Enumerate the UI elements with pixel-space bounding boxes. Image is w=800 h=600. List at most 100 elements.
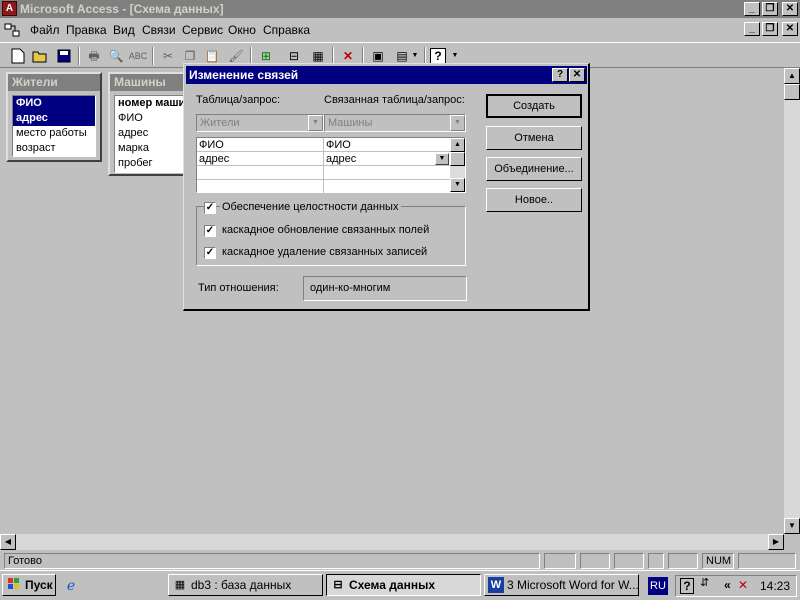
scroll-thumb[interactable] [450, 152, 465, 166]
scroll-up-icon[interactable]: ▲ [784, 68, 800, 84]
grid-cell[interactable]: адрес [197, 152, 324, 166]
join-type-button[interactable]: Объединение... [486, 157, 582, 181]
field-list: ФИО адрес место работы возраст [12, 95, 96, 157]
chevron-down-icon[interactable]: ▼ [435, 153, 449, 165]
vertical-scrollbar[interactable]: ▲ ▼ [784, 68, 800, 534]
cancel-button[interactable]: Отмена [486, 126, 582, 150]
taskbar-item-database[interactable]: ▦ db3 : база данных [168, 574, 323, 596]
fields-grid[interactable]: ФИО ФИО адрес адрес ▼ ▲ ▼ [196, 137, 466, 194]
dialog-title-bar: Изменение связей ? ✕ [186, 66, 587, 84]
field-item[interactable]: номер машины [115, 96, 191, 111]
print-icon[interactable]: 🖶 [84, 46, 104, 66]
taskbar-item-relationships[interactable]: ⊟ Схема данных [326, 574, 481, 596]
table-box-residents[interactable]: Жители ФИО адрес место работы возраст [6, 72, 102, 162]
new-relationship-button[interactable]: Новое.. [486, 188, 582, 212]
grid-scrollbar[interactable]: ▲ ▼ [450, 138, 465, 192]
taskbar-item-label: db3 : база данных [191, 578, 292, 592]
status-panel [580, 553, 610, 569]
new-icon[interactable] [8, 46, 28, 66]
dialog-close-button[interactable]: ✕ [569, 68, 585, 82]
field-item[interactable]: марка [115, 141, 191, 156]
table-combo-value: Жители [200, 117, 240, 129]
internet-explorer-icon[interactable]: ℯ [62, 576, 80, 594]
grid-cell[interactable] [197, 180, 324, 194]
menu-file[interactable]: Файл [30, 23, 60, 37]
status-panel [544, 553, 576, 569]
restore-button[interactable]: ❐ [762, 2, 778, 16]
table-box-title[interactable]: Машины [110, 74, 188, 91]
mdi-close-button[interactable]: ✕ [782, 22, 798, 36]
scroll-up-icon[interactable]: ▲ [450, 138, 465, 152]
grid-cell[interactable] [324, 180, 450, 194]
field-item[interactable]: адрес [115, 126, 191, 141]
integrity-checkbox[interactable]: ✓ [204, 202, 216, 214]
start-button[interactable]: Пуск [2, 574, 56, 596]
print-preview-icon[interactable]: 🔍 [106, 46, 126, 66]
field-item[interactable]: место работы [13, 126, 95, 141]
horizontal-scrollbar[interactable]: ◀ ▶ [0, 534, 784, 550]
scroll-corner [784, 534, 800, 550]
save-icon[interactable] [54, 46, 74, 66]
language-indicator[interactable]: RU [648, 577, 668, 595]
cut-icon[interactable]: ✂ [158, 46, 178, 66]
taskbar: Пуск ℯ ▦ db3 : база данных ⊟ Схема данны… [0, 570, 800, 600]
cascade-update-label: каскадное обновление связанных полей [222, 224, 430, 236]
help-icon[interactable]: ? [680, 578, 694, 594]
table-combo[interactable]: Жители ▼ [196, 114, 324, 132]
grid-cell[interactable] [324, 166, 450, 180]
grid-cell[interactable]: ФИО [197, 138, 324, 152]
relationships-window-icon[interactable] [4, 22, 20, 38]
help-button[interactable]: ? [552, 68, 568, 82]
menu-tools[interactable]: Сервис [182, 23, 223, 37]
taskbar-item-label: Схема данных [349, 578, 435, 592]
open-icon[interactable] [30, 46, 50, 66]
table-box-cars[interactable]: Машины номер машины ФИО адрес марка проб… [108, 72, 192, 176]
grid-cell[interactable]: ФИО [324, 138, 450, 152]
app-title-bar: A Microsoft Access - [Схема данных] _ ❐ … [0, 0, 800, 18]
grid-cell[interactable] [197, 166, 324, 180]
grid-cell[interactable]: адрес [324, 152, 450, 166]
menu-edit[interactable]: Правка [66, 23, 107, 37]
access-icon[interactable]: A [2, 1, 17, 16]
help-icon[interactable]: ? [430, 48, 446, 64]
chevron-down-icon[interactable]: ▼ [450, 115, 465, 131]
cascade-delete-checkbox[interactable]: ✓ [204, 247, 216, 259]
related-table-combo[interactable]: Машины ▼ [324, 114, 466, 132]
table-box-title[interactable]: Жители [8, 74, 100, 91]
app-title: Microsoft Access - [Схема данных] [20, 2, 224, 16]
menu-view[interactable]: Вид [113, 23, 135, 37]
database-icon: ▦ [174, 579, 186, 591]
chevron-left-icon[interactable]: « [724, 578, 731, 592]
spelling-icon[interactable]: ABC [128, 46, 148, 66]
status-panel [614, 553, 644, 569]
status-text: Готово [4, 553, 540, 569]
close-button[interactable]: ✕ [782, 2, 798, 16]
scroll-thumb[interactable] [784, 84, 800, 100]
field-item[interactable]: ФИО [115, 111, 191, 126]
scroll-right-icon[interactable]: ▶ [768, 534, 784, 550]
scroll-left-icon[interactable]: ◀ [0, 534, 16, 550]
menu-window[interactable]: Окно [228, 23, 256, 37]
menu-help[interactable]: Справка [263, 23, 310, 37]
cascade-update-checkbox[interactable]: ✓ [204, 225, 216, 237]
chevron-down-icon[interactable]: ▼ [308, 115, 323, 131]
field-item[interactable]: адрес [13, 111, 95, 126]
mdi-minimize-button[interactable]: _ [744, 22, 760, 36]
toolbar-separator [152, 47, 154, 65]
taskbar-item-label: 3 Microsoft Word for W... [507, 578, 639, 592]
network-icon[interactable]: ⇵ [700, 576, 709, 589]
toolbar-separator [78, 47, 80, 65]
menu-relationships[interactable]: Связи [142, 23, 176, 37]
field-item[interactable]: пробег [115, 156, 191, 171]
taskbar-item-word[interactable]: W 3 Microsoft Word for W... [484, 574, 639, 596]
minimize-button[interactable]: _ [744, 2, 760, 16]
clock[interactable]: 14:23 [760, 579, 790, 593]
dialog-title: Изменение связей [189, 68, 299, 82]
field-item[interactable]: ФИО [13, 96, 95, 111]
field-item[interactable]: возраст [13, 141, 95, 156]
mdi-restore-button[interactable]: ❐ [762, 22, 778, 36]
scroll-down-icon[interactable]: ▼ [784, 518, 800, 534]
volume-icon[interactable]: ✕ [738, 578, 748, 592]
scroll-down-icon[interactable]: ▼ [450, 178, 465, 192]
create-button[interactable]: Создать [486, 94, 582, 118]
